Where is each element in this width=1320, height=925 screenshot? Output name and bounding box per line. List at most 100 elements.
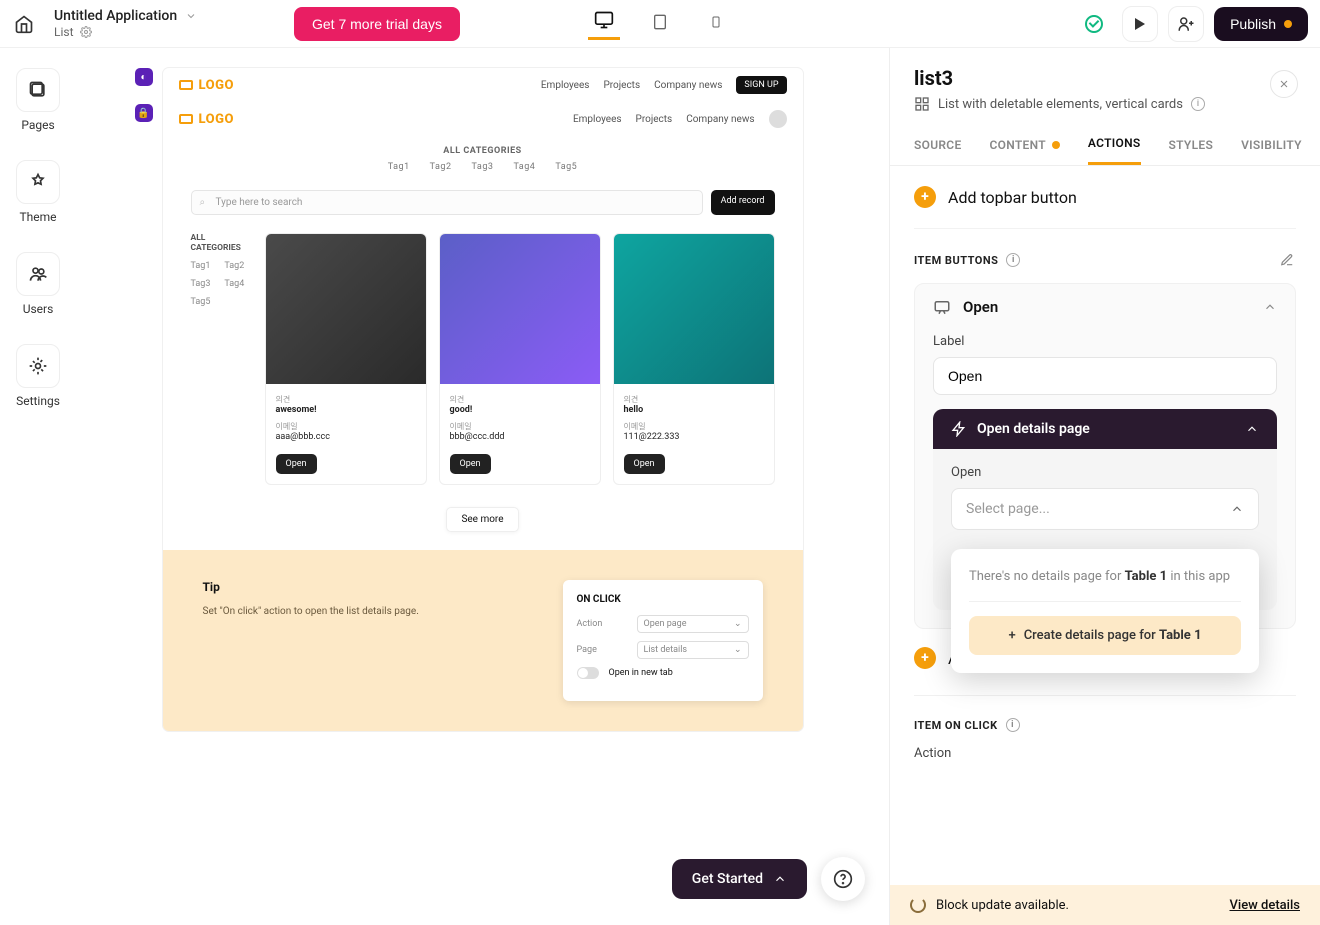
card-image: [440, 234, 600, 384]
status-ok-button[interactable]: [1076, 6, 1112, 42]
private-page-chip-icon[interactable]: 🔒: [135, 104, 153, 122]
tab-source[interactable]: SOURCE: [914, 124, 962, 165]
list-card[interactable]: 의견 good! 이메일 bbb@ccc.ddd Open: [439, 233, 601, 485]
nav-theme[interactable]: Theme: [16, 160, 60, 224]
tip-page-select[interactable]: List details⌄: [637, 641, 749, 659]
close-panel-button[interactable]: [1270, 70, 1298, 98]
home-button[interactable]: [12, 12, 36, 36]
nav-link[interactable]: Company news: [686, 114, 754, 125]
info-icon[interactable]: i: [1191, 97, 1205, 111]
card-image: [266, 234, 426, 384]
nav-users-label: Users: [23, 302, 54, 316]
tag[interactable]: Tag4: [513, 162, 535, 172]
add-record-button[interactable]: Add record: [711, 190, 775, 215]
preview-canvas[interactable]: ◐ LOGO Employees Projects Company news S…: [163, 68, 803, 731]
card-field-label: 의견: [450, 394, 590, 405]
card-field-label: 이메일: [450, 421, 590, 432]
signup-button[interactable]: SIGN UP: [736, 76, 786, 94]
edit-icon[interactable]: [1278, 251, 1296, 269]
app-title-wrap: Untitled Application List: [54, 8, 254, 39]
preview-header-private: LOGO Employees Projects Company news: [163, 102, 803, 136]
sidebar-tag[interactable]: Tag3: [191, 279, 211, 289]
device-tablet-button[interactable]: [644, 8, 676, 40]
chevron-up-icon: [1245, 422, 1259, 436]
app-title: Untitled Application: [54, 8, 177, 24]
device-mobile-button[interactable]: [700, 8, 732, 40]
topbar-right: Publish: [1076, 6, 1308, 42]
sync-icon: [910, 897, 926, 913]
tip-card-heading: ON CLICK: [577, 594, 749, 605]
device-desktop-button[interactable]: [588, 8, 620, 40]
dropdown-empty-text: There's no details page for Table 1 in t…: [969, 567, 1241, 602]
panel-tabs: SOURCE CONTENT ACTIONS STYLES VISIBILITY: [890, 124, 1320, 166]
card-field-label: 이메일: [624, 421, 764, 432]
open-action-header[interactable]: Open: [915, 284, 1295, 330]
info-icon[interactable]: i: [1006, 718, 1020, 732]
nav-pages[interactable]: Pages: [16, 68, 60, 132]
nav-link[interactable]: Projects: [636, 114, 673, 125]
avatar-icon[interactable]: [769, 110, 787, 128]
list-card[interactable]: 의견 awesome! 이메일 aaa@bbb.ccc Open: [265, 233, 427, 485]
nav-link[interactable]: Projects: [603, 80, 640, 91]
sidebar-tag[interactable]: Tag5: [191, 297, 251, 307]
list-card[interactable]: 의견 hello 이메일 111@222.333 Open: [613, 233, 775, 485]
breadcrumb[interactable]: List: [54, 25, 254, 39]
play-button[interactable]: [1122, 6, 1158, 42]
label-input[interactable]: [933, 357, 1277, 395]
card-open-button[interactable]: Open: [450, 454, 491, 474]
open-details-header[interactable]: Open details page: [933, 409, 1277, 449]
tag[interactable]: Tag1: [388, 162, 410, 172]
view-details-link[interactable]: View details: [1230, 898, 1301, 913]
lightning-icon: [951, 421, 967, 437]
panel-description: List with deletable elements, vertical c…: [914, 96, 1296, 112]
add-topbar-button[interactable]: + Add topbar button: [914, 180, 1296, 229]
nav-settings[interactable]: Settings: [16, 344, 60, 408]
tip-newtab-toggle[interactable]: [577, 667, 599, 679]
card-open-button[interactable]: Open: [276, 454, 317, 474]
chevron-down-icon: [185, 10, 197, 22]
nav-link[interactable]: Employees: [573, 114, 622, 125]
card-field-value: good!: [450, 405, 590, 415]
tip-banner: Tip Set "On click" action to open the li…: [163, 550, 803, 731]
publish-button[interactable]: Publish: [1214, 7, 1308, 41]
sidebar-tag[interactable]: Tag4: [224, 279, 244, 289]
tab-content[interactable]: CONTENT: [990, 124, 1060, 165]
tip-action-select[interactable]: Open page⌄: [637, 615, 749, 633]
tip-newtab-label: Open in new tab: [609, 668, 673, 678]
create-details-page-button[interactable]: + Create details page for Table 1: [969, 616, 1241, 655]
action-label: Action: [914, 746, 1296, 761]
nav-link[interactable]: Company news: [654, 80, 722, 91]
breadcrumb-label: List: [54, 25, 74, 39]
tab-styles[interactable]: STYLES: [1169, 124, 1214, 165]
open-details-title: Open details page: [977, 421, 1090, 437]
nav-link[interactable]: Employees: [541, 80, 590, 91]
info-icon[interactable]: i: [1006, 253, 1020, 267]
tab-visibility[interactable]: VISIBILITY: [1241, 124, 1302, 165]
publish-label: Publish: [1230, 16, 1276, 32]
app-title-row[interactable]: Untitled Application: [54, 8, 254, 24]
nav-pages-label: Pages: [21, 118, 54, 132]
users-icon: [16, 252, 60, 296]
see-more-row: See more: [163, 507, 803, 532]
label-field-label: Label: [933, 334, 1277, 349]
tag[interactable]: Tag2: [430, 162, 452, 172]
settings-icon: [16, 344, 60, 388]
public-page-chip-icon[interactable]: ◐: [135, 68, 153, 86]
get-started-button[interactable]: Get Started: [672, 859, 807, 899]
tag[interactable]: Tag5: [555, 162, 577, 172]
see-more-button[interactable]: See more: [446, 507, 518, 532]
tab-actions[interactable]: ACTIONS: [1088, 124, 1141, 165]
card-open-button[interactable]: Open: [624, 454, 665, 474]
open-action-title: Open: [963, 298, 998, 316]
search-input[interactable]: ⌕ Type here to search: [191, 190, 703, 215]
sidebar-tag[interactable]: Tag2: [224, 261, 244, 271]
select-page-dropdown[interactable]: Select page...: [951, 488, 1259, 530]
invite-user-button[interactable]: [1168, 6, 1204, 42]
nav-users[interactable]: Users: [16, 252, 60, 316]
tag[interactable]: Tag3: [472, 162, 494, 172]
help-button[interactable]: [821, 857, 865, 901]
sidebar-tag[interactable]: Tag1: [191, 261, 211, 271]
device-switcher: [588, 8, 732, 40]
trial-button[interactable]: Get 7 more trial days: [294, 7, 460, 41]
play-icon: [1135, 18, 1145, 30]
